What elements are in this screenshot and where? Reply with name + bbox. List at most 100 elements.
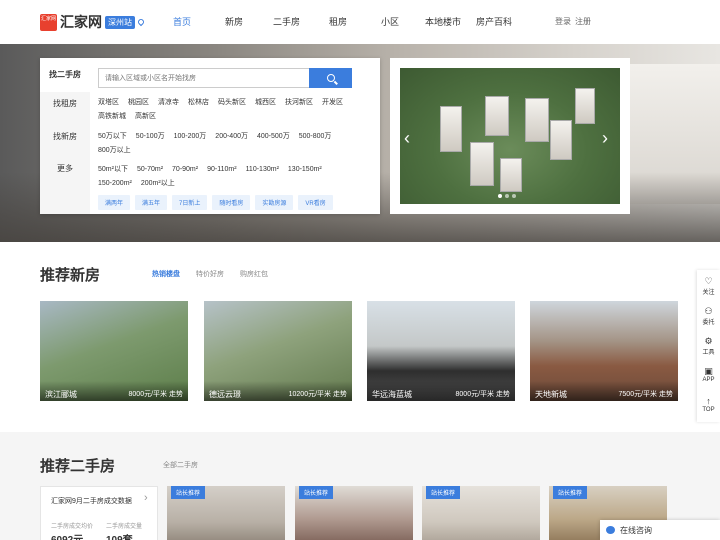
nav-new-homes[interactable]: 新房: [225, 15, 243, 28]
project-price: 7500元/平米: [618, 391, 658, 398]
nav-rent[interactable]: 租房: [329, 15, 347, 28]
new-home-card[interactable]: 滨江郦城 8000元/平米 走势: [40, 301, 188, 401]
carousel-dot[interactable]: [505, 194, 509, 198]
top-header: 汇家网 汇家网 深州站 首页 新房 二手房 租房 小区 本地楼市 房产百科 登录…: [0, 0, 720, 44]
sidebar-label: 工具: [702, 350, 715, 356]
search-button[interactable]: [309, 68, 352, 88]
quick-tag[interactable]: 满五年: [135, 195, 168, 210]
city-switch[interactable]: 深州站: [105, 15, 135, 29]
area-filter-row: 50m²以下 50-70m² 70-90m² 90-110m² 110-130m² 130…: [98, 164, 331, 174]
tab-rent[interactable]: 找租房: [40, 98, 90, 109]
filter-area[interactable]: 70-90m²: [172, 166, 198, 173]
carousel-image[interactable]: [400, 68, 620, 204]
filter-area[interactable]: 150-200m²: [98, 180, 132, 187]
logo-mark: 汇家网: [40, 13, 57, 31]
filter-district[interactable]: 清凉寺: [158, 99, 179, 106]
nav-home[interactable]: 首页: [173, 15, 191, 28]
search-icon: [326, 74, 335, 82]
carousel-dot[interactable]: [512, 194, 516, 198]
filter-price[interactable]: 50-100万: [136, 133, 165, 140]
quick-tag[interactable]: 随时看房: [212, 195, 251, 210]
deal-stats-card[interactable]: 汇家网9月二手房成交数据 › 二手房成交均价 6092元 二手房成交量 109套: [40, 486, 158, 540]
nav-local-market[interactable]: 本地楼市: [425, 15, 461, 28]
tab-red-packet[interactable]: 购房红包: [240, 269, 268, 279]
filter-district[interactable]: 码头新区: [218, 99, 246, 106]
project-price: 8000元/平米: [128, 391, 168, 398]
filter-area[interactable]: 130-150m²: [288, 166, 322, 173]
filter-district[interactable]: 扶河新区: [285, 99, 313, 106]
filter-area[interactable]: 110-130m²: [246, 166, 279, 173]
filter-price[interactable]: 800万以上: [98, 147, 131, 154]
chevron-right-icon[interactable]: ›: [602, 128, 608, 149]
heart-icon: ♡: [704, 276, 713, 286]
arrow-up-icon: ↑: [706, 396, 711, 406]
nav-second-hand[interactable]: 二手房: [273, 15, 300, 28]
nav-encyclopedia[interactable]: 房产百科: [476, 15, 512, 28]
building-decor: [470, 142, 494, 186]
second-hand-card[interactable]: 站长推荐: [295, 486, 413, 540]
sidebar-tools[interactable]: ⚙ 工具: [697, 336, 720, 356]
sidebar-entrust[interactable]: ⚇ 委托: [697, 306, 720, 326]
price-filter-row: 50万以下 50-100万 100-200万 200-400万 400-500万 500-…: [98, 131, 340, 141]
trend-link[interactable]: 走势: [169, 391, 183, 398]
tab-more[interactable]: 更多: [40, 163, 90, 174]
user-icon: ⚇: [704, 306, 713, 316]
qrcode-icon: ▣: [704, 366, 713, 376]
nav-community[interactable]: 小区: [381, 15, 399, 28]
filter-price[interactable]: 500-800万: [299, 133, 332, 140]
filter-area[interactable]: 50m²以下: [98, 166, 128, 173]
quick-tag[interactable]: 实勘房源: [255, 195, 294, 210]
site-logo[interactable]: 汇家网 汇家网 深州站: [40, 12, 146, 32]
all-second-hand-link[interactable]: 全部二手房: [163, 460, 198, 470]
filter-district[interactable]: 桃园区: [128, 99, 149, 106]
second-hand-card[interactable]: 站长推荐: [167, 486, 285, 540]
quick-tag[interactable]: VR看房: [298, 195, 333, 210]
avg-price-label: 二手房成交均价: [51, 524, 94, 530]
district-filter-row-2: 高铁新城 高新区: [98, 111, 165, 121]
filter-area[interactable]: 50-70m²: [137, 166, 163, 173]
register-link[interactable]: 注册: [575, 17, 591, 26]
trend-link[interactable]: 走势: [333, 391, 347, 398]
trend-link[interactable]: 走势: [496, 391, 510, 398]
filter-area[interactable]: 90-110m²: [207, 166, 236, 173]
quick-tag[interactable]: 7日新上: [172, 195, 208, 210]
filter-area[interactable]: 200m²以上: [141, 180, 175, 187]
area-filter-row-2: 150-200m² 200m²以上: [98, 178, 184, 188]
new-home-card[interactable]: 华远海蓝城 8000元/平米 走势: [367, 301, 515, 401]
second-hand-card[interactable]: 站长推荐: [422, 486, 540, 540]
online-chat-button[interactable]: 在线咨询: [600, 520, 720, 540]
building-decor: [525, 98, 549, 142]
filter-district[interactable]: 开发区: [322, 99, 343, 106]
tab-second-hand[interactable]: 找二手房: [40, 58, 90, 92]
filter-district[interactable]: 松林店: [188, 99, 209, 106]
filter-price[interactable]: 400-500万: [257, 133, 290, 140]
filter-price[interactable]: 100-200万: [174, 133, 207, 140]
filter-district[interactable]: 高新区: [135, 113, 156, 120]
new-home-card[interactable]: 天地新城 7500元/平米 走势: [530, 301, 678, 401]
filter-price[interactable]: 50万以下: [98, 133, 127, 140]
tab-special-price[interactable]: 特价好房: [196, 269, 224, 279]
filter-district[interactable]: 城西区: [255, 99, 276, 106]
sidebar-follow[interactable]: ♡ 关注: [697, 276, 720, 296]
carousel-dot[interactable]: [498, 194, 502, 198]
card-caption: 天地新城 7500元/平米 走势: [530, 381, 678, 401]
card-caption: 德远云璟 10200元/平米 走势: [204, 381, 352, 401]
chevron-left-icon[interactable]: ‹: [404, 128, 410, 149]
new-home-card[interactable]: 德远云璟 10200元/平米 走势: [204, 301, 352, 401]
login-link[interactable]: 登录: [555, 17, 571, 26]
quick-tag[interactable]: 满两年: [98, 195, 131, 210]
search-input[interactable]: [98, 68, 310, 88]
building-decor: [575, 88, 595, 124]
filter-price[interactable]: 200-400万: [215, 133, 248, 140]
district-filter-row: 双塔区 桃园区 清凉寺 松林店 码头新区 城西区 扶河新区 开发区: [98, 97, 352, 107]
building-decor: [500, 158, 522, 192]
filter-district[interactable]: 高铁新城: [98, 113, 126, 120]
trend-link[interactable]: 走势: [659, 391, 673, 398]
sidebar-app[interactable]: ▣ APP: [697, 366, 720, 383]
filter-district[interactable]: 双塔区: [98, 99, 119, 106]
sidebar-label: APP: [702, 377, 715, 383]
tab-new-homes[interactable]: 找新房: [40, 131, 90, 142]
sidebar-top[interactable]: ↑ TOP: [697, 396, 720, 413]
price-filter-row-2: 800万以上: [98, 145, 140, 155]
tab-hot-sale[interactable]: 热销楼盘: [152, 269, 180, 279]
